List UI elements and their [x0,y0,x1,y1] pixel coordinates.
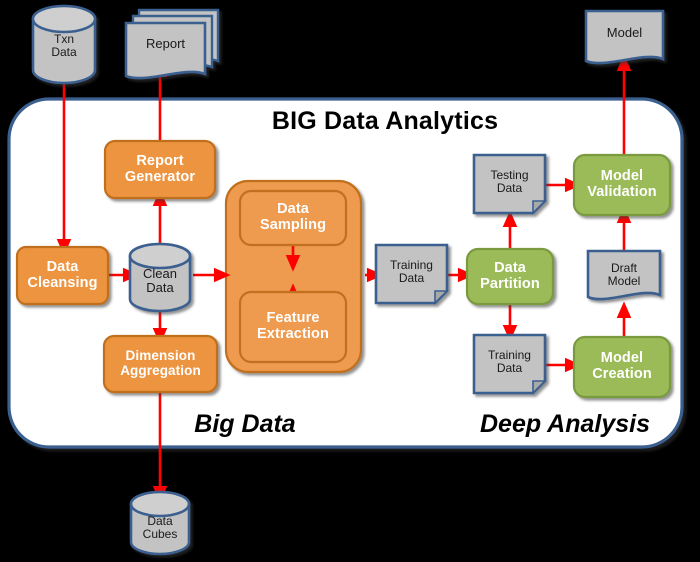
page-title: BIG Data Analytics [271,106,499,135]
node-report[interactable] [124,8,220,80]
section-label-deep-analysis: Deep Analysis [480,409,650,438]
node-clean-data[interactable] [128,242,192,313]
diagram-artwork [7,4,684,556]
node-data-sampling[interactable] [238,189,348,247]
node-data-cubes[interactable] [129,490,191,556]
node-data-cleansing[interactable] [15,245,110,306]
node-model-creation[interactable] [572,335,672,399]
node-training-data-in[interactable] [374,243,449,305]
section-label-big-data: Big Data [194,409,296,438]
node-testing-data[interactable] [472,153,547,215]
node-dimension-aggregation[interactable] [102,334,219,394]
diagram-canvas: BIG Data Analytics Big Data Deep Analysi… [0,0,700,562]
node-training-data-out[interactable] [472,333,547,395]
node-model-validation[interactable] [572,153,672,217]
node-model[interactable] [584,9,665,65]
node-draft-model[interactable] [586,249,662,301]
node-data-partition[interactable] [465,247,555,306]
node-report-generator[interactable] [103,139,217,200]
node-feature-extraction[interactable] [238,290,348,364]
node-txn-data[interactable] [31,4,97,85]
